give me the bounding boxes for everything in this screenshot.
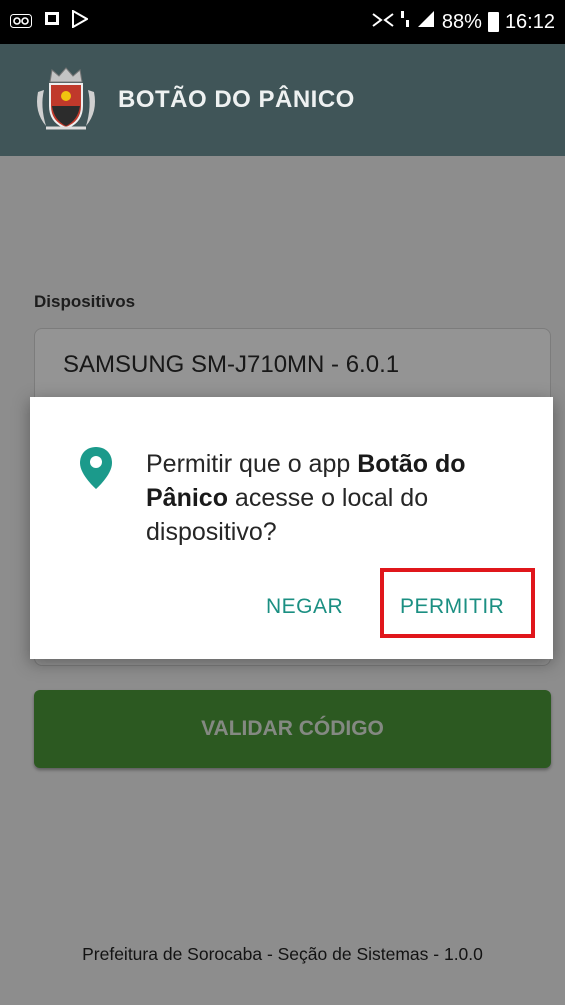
clock: 16:12 xyxy=(504,10,555,33)
permission-dialog: Permitir que o app Botão do Pânico acess… xyxy=(30,397,553,659)
city-crest-icon xyxy=(32,62,100,139)
play-store-icon xyxy=(72,9,90,34)
nfc-icon xyxy=(372,11,394,34)
app-bar: BOTÃO DO PÂNICO xyxy=(0,44,565,156)
status-right-icons: 88% 16:12 xyxy=(372,10,555,34)
battery-icon xyxy=(487,12,499,32)
allow-highlight-box xyxy=(380,568,535,638)
app-title: BOTÃO DO PÂNICO xyxy=(118,86,355,113)
deny-button[interactable]: NEGAR xyxy=(266,595,343,619)
signal-icon xyxy=(416,10,436,34)
battery-percent: 88% xyxy=(441,10,482,33)
location-pin-icon xyxy=(78,445,114,491)
permission-message: Permitir que o app Botão do Pânico acess… xyxy=(146,447,526,549)
status-left-icons xyxy=(10,9,90,35)
voicemail-icon xyxy=(10,11,32,34)
app-crest-icon xyxy=(42,9,62,35)
permission-message-prefix: Permitir que o app xyxy=(146,450,358,478)
status-bar: 88% 16:12 xyxy=(0,0,565,44)
data-icon xyxy=(400,10,410,34)
